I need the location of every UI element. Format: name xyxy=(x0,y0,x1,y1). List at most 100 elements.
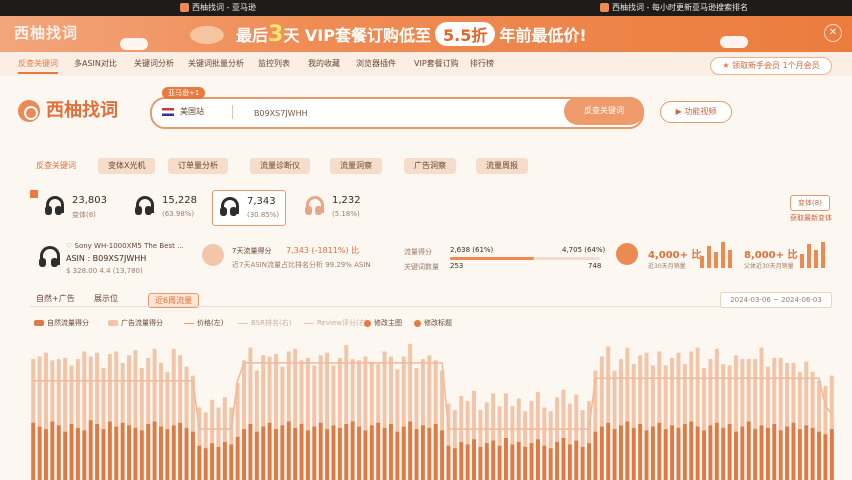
bar-ad[interactable] xyxy=(344,345,349,424)
bar-natural[interactable] xyxy=(574,440,579,480)
tab-traffic-weekly[interactable]: 流量周报 xyxy=(476,158,528,174)
bar-natural[interactable] xyxy=(254,431,259,480)
bar-natural[interactable] xyxy=(797,429,802,480)
bar-ad[interactable] xyxy=(708,359,713,426)
bar-natural[interactable] xyxy=(235,436,240,480)
bar-natural[interactable] xyxy=(267,422,272,480)
bar-ad[interactable] xyxy=(695,347,700,427)
bar-ad[interactable] xyxy=(376,364,381,423)
bar-ad[interactable] xyxy=(75,359,80,428)
bar-ad[interactable] xyxy=(599,356,604,427)
nav-item-vip[interactable]: VIP套餐订购 xyxy=(414,58,459,69)
bar-ad[interactable] xyxy=(472,390,477,440)
bar-natural[interactable] xyxy=(702,430,707,480)
bar-natural[interactable] xyxy=(293,427,298,480)
bar-natural[interactable] xyxy=(606,422,611,480)
bar-natural[interactable] xyxy=(318,422,323,480)
nav-item-favorites[interactable]: 我的收藏 xyxy=(308,58,340,69)
bar-ad[interactable] xyxy=(810,371,815,428)
bar-ad[interactable] xyxy=(350,359,355,422)
bar-ad[interactable] xyxy=(312,365,317,427)
bar-ad[interactable] xyxy=(574,394,579,441)
promo-banner[interactable]: 西柚找词 最后3天 VIP套餐订购低至 5.5折 年前最低价! ✕ xyxy=(0,16,852,52)
bar-ad[interactable] xyxy=(555,397,560,442)
variant-card[interactable]: 1,232 (5.18%) xyxy=(298,190,370,224)
bar-natural[interactable] xyxy=(146,424,151,480)
bar-natural[interactable] xyxy=(689,421,694,480)
bar-natural[interactable] xyxy=(408,421,413,480)
bar-natural[interactable] xyxy=(548,448,553,480)
bar-ad[interactable] xyxy=(261,355,266,427)
bar-ad[interactable] xyxy=(817,380,822,432)
bar-ad[interactable] xyxy=(120,362,125,423)
bar-natural[interactable] xyxy=(829,429,834,480)
product-title[interactable]: ♡ Sony WH-1000XM5 The Best ... xyxy=(66,242,184,250)
bar-ad[interactable] xyxy=(459,396,464,442)
bar-ad[interactable] xyxy=(497,406,502,446)
bar-natural[interactable] xyxy=(184,427,189,480)
bar-ad[interactable] xyxy=(408,343,413,422)
bar-ad[interactable] xyxy=(216,407,221,447)
heart-icon[interactable]: ♡ xyxy=(66,242,72,250)
bar-natural[interactable] xyxy=(529,443,534,480)
bar-natural[interactable] xyxy=(56,425,61,480)
bar-ad[interactable] xyxy=(152,348,157,422)
bar-ad[interactable] xyxy=(791,362,796,423)
bar-ad[interactable] xyxy=(733,355,738,432)
bar-natural[interactable] xyxy=(382,427,387,480)
bar-natural[interactable] xyxy=(657,422,662,480)
bar-natural[interactable] xyxy=(325,429,330,480)
search-input[interactable] xyxy=(252,104,556,122)
bar-ad[interactable] xyxy=(702,368,707,431)
bar-ad[interactable] xyxy=(388,356,393,424)
bar-ad[interactable] xyxy=(650,365,655,427)
bar-natural[interactable] xyxy=(363,430,368,480)
bar-ad[interactable] xyxy=(242,360,247,430)
bar-natural[interactable] xyxy=(516,441,521,480)
bar-natural[interactable] xyxy=(682,424,687,480)
bar-natural[interactable] xyxy=(452,448,457,480)
bar-ad[interactable] xyxy=(305,357,310,431)
bar-ad[interactable] xyxy=(670,357,675,426)
bar-natural[interactable] xyxy=(69,424,74,480)
bar-ad[interactable] xyxy=(133,350,138,428)
bar-ad[interactable] xyxy=(420,359,425,426)
bar-natural[interactable] xyxy=(478,446,483,480)
nav-item-ranking[interactable]: 排行榜 xyxy=(470,58,494,69)
bar-ad[interactable] xyxy=(491,393,496,441)
bar-natural[interactable] xyxy=(75,427,80,480)
bar-ad[interactable] xyxy=(37,356,42,427)
bar-natural[interactable] xyxy=(369,425,374,480)
bar-natural[interactable] xyxy=(791,422,796,480)
bar-natural[interactable] xyxy=(114,426,119,480)
bar-natural[interactable] xyxy=(593,431,598,480)
bar-natural[interactable] xyxy=(273,429,278,480)
bar-ad[interactable] xyxy=(101,368,106,430)
bar-natural[interactable] xyxy=(459,441,464,480)
bar-natural[interactable] xyxy=(139,430,144,480)
bar-natural[interactable] xyxy=(746,421,751,480)
bar-natural[interactable] xyxy=(778,430,783,480)
bar-ad[interactable] xyxy=(248,347,253,424)
tab-natural-ad[interactable]: 自然+广告 xyxy=(36,293,75,304)
bar-natural[interactable] xyxy=(472,439,477,480)
bar-natural[interactable] xyxy=(542,445,547,480)
bar-ad[interactable] xyxy=(363,356,368,431)
bar-ad[interactable] xyxy=(178,355,183,423)
bar-ad[interactable] xyxy=(280,366,285,426)
bar-natural[interactable] xyxy=(190,431,195,480)
bar-ad[interactable] xyxy=(395,369,400,432)
bar-natural[interactable] xyxy=(804,425,809,480)
bar-ad[interactable] xyxy=(331,365,336,426)
bar-natural[interactable] xyxy=(152,421,157,480)
nav-item-extension[interactable]: 浏览器插件 xyxy=(356,58,396,69)
variant-card[interactable]: 23,803 变体(8) xyxy=(38,190,110,224)
bar-natural[interactable] xyxy=(197,445,202,480)
bar-natural[interactable] xyxy=(503,438,508,480)
bar-ad[interactable] xyxy=(510,406,515,445)
bar-ad[interactable] xyxy=(337,357,342,428)
bar-natural[interactable] xyxy=(216,446,221,480)
bar-ad[interactable] xyxy=(114,351,119,427)
legend-price[interactable]: 价格(左) xyxy=(184,318,223,328)
bar-natural[interactable] xyxy=(31,422,36,480)
